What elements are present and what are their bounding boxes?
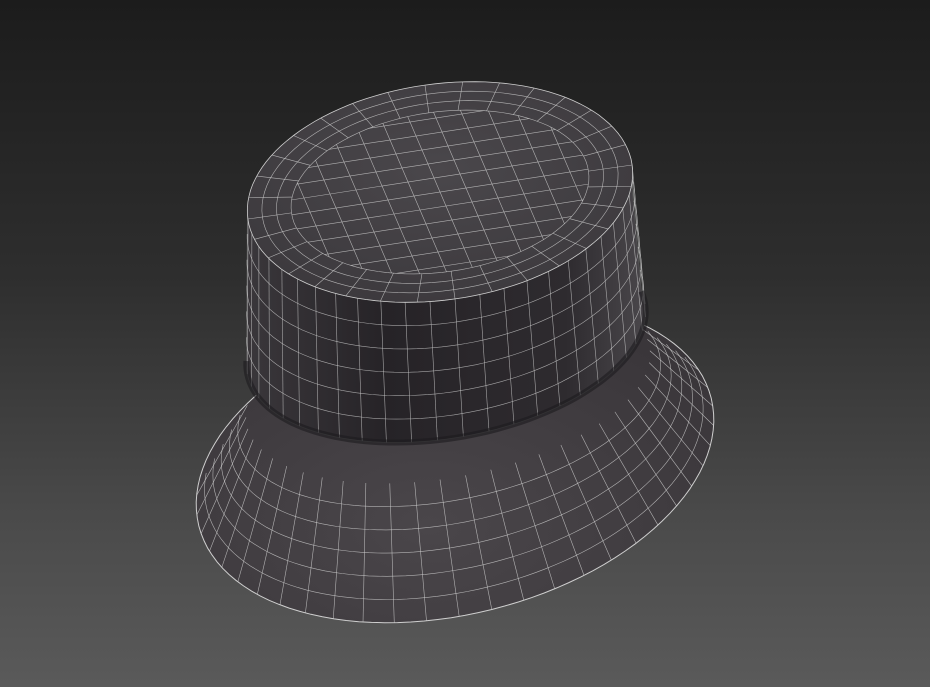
bucket-hat-model[interactable] bbox=[0, 0, 930, 687]
3d-viewport[interactable] bbox=[0, 0, 930, 687]
